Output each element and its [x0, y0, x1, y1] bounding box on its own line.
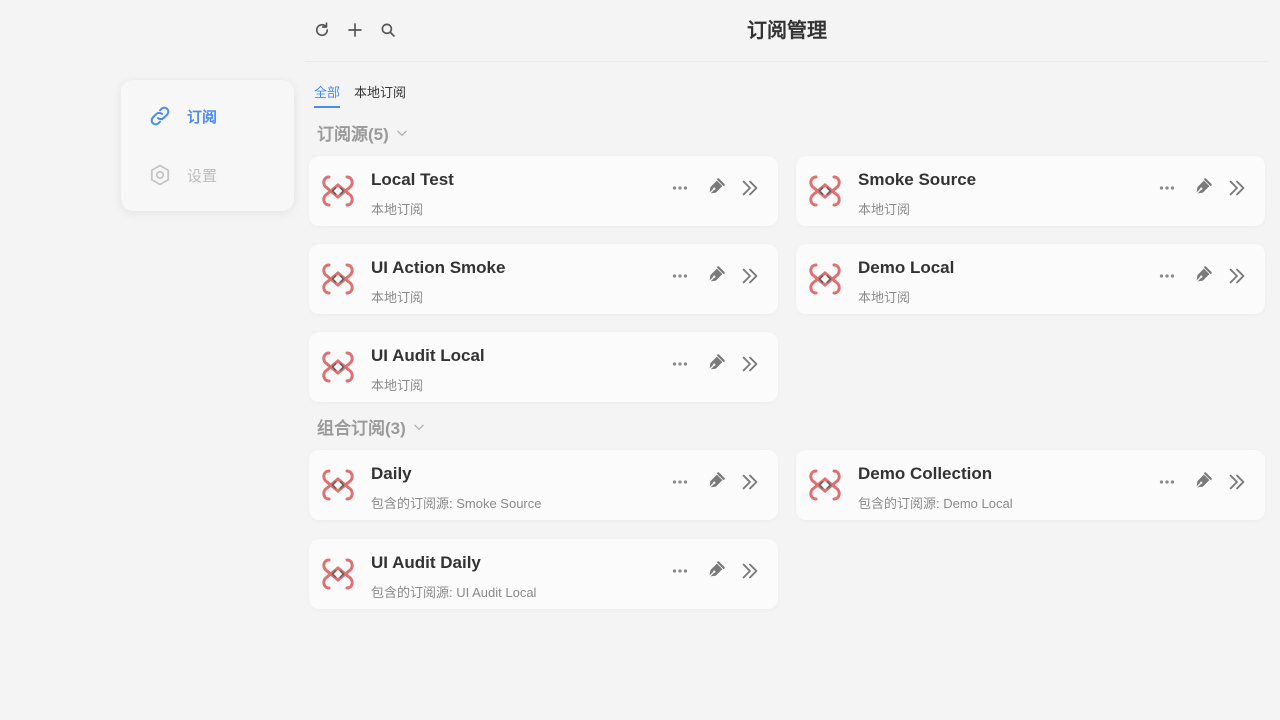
open-chevrons-icon[interactable]: [1225, 264, 1249, 288]
page-title: 订阅管理: [747, 20, 827, 42]
plus-icon[interactable]: [343, 18, 367, 42]
more-icon[interactable]: [668, 352, 692, 376]
collection-card[interactable]: UI Audit Daily 包含的订阅源: UI Audit Local: [309, 539, 778, 609]
edit-pen-icon[interactable]: [1190, 470, 1214, 494]
open-chevrons-icon[interactable]: [738, 352, 762, 376]
edit-pen-icon[interactable]: [703, 470, 727, 494]
subscription-logo-icon: [807, 173, 843, 209]
subscription-card[interactable]: Local Test 本地订阅: [309, 156, 778, 226]
subscription-logo-icon: [320, 467, 356, 503]
edit-pen-icon[interactable]: [703, 352, 727, 376]
subscription-logo-icon: [807, 467, 843, 503]
sidebar-item-label: 订阅: [187, 108, 218, 126]
sidebar-item-subscriptions[interactable]: 订阅: [147, 101, 217, 131]
subscription-card[interactable]: Demo Local 本地订阅: [796, 244, 1265, 314]
tab-local[interactable]: 本地订阅: [354, 82, 406, 108]
card-title: UI Audit Local: [371, 346, 485, 365]
edit-pen-icon[interactable]: [703, 176, 727, 200]
card-title: UI Action Smoke: [371, 258, 506, 277]
sidebar-item-label: 设置: [187, 167, 218, 185]
open-chevrons-icon[interactable]: [1225, 176, 1249, 200]
subscription-logo-icon: [320, 173, 356, 209]
card-subtitle: 包含的订阅源: Demo Local: [858, 496, 1013, 511]
edit-pen-icon[interactable]: [1190, 176, 1214, 200]
sidebar: 订阅 设置: [121, 80, 294, 211]
sidebar-item-settings[interactable]: 设置: [147, 160, 217, 190]
open-chevrons-icon[interactable]: [1225, 470, 1249, 494]
edit-pen-icon[interactable]: [703, 559, 727, 583]
section-collections-toggle[interactable]: 组合订阅(3): [317, 414, 426, 439]
more-icon[interactable]: [668, 470, 692, 494]
gear-icon: [147, 162, 173, 188]
subscription-logo-icon: [320, 556, 356, 592]
card-title: Daily: [371, 464, 412, 483]
open-chevrons-icon[interactable]: [738, 176, 762, 200]
chevron-down-icon: [414, 424, 424, 430]
more-icon[interactable]: [1155, 470, 1179, 494]
card-subtitle: 本地订阅: [371, 202, 424, 217]
card-subtitle: 本地订阅: [371, 290, 424, 305]
open-chevrons-icon[interactable]: [738, 264, 762, 288]
card-title: Local Test: [371, 170, 454, 189]
edit-pen-icon[interactable]: [1190, 264, 1214, 288]
open-chevrons-icon[interactable]: [738, 470, 762, 494]
card-subtitle: 包含的订阅源: Smoke Source: [371, 496, 542, 511]
section-title: 组合订阅(3): [317, 419, 406, 438]
tab-bar: 全部 本地订阅: [314, 82, 406, 108]
card-subtitle: 包含的订阅源: UI Audit Local: [371, 585, 537, 600]
collection-card[interactable]: Daily 包含的订阅源: Smoke Source: [309, 450, 778, 520]
card-title: Demo Collection: [858, 464, 993, 483]
subscription-card[interactable]: UI Audit Local 本地订阅: [309, 332, 778, 402]
card-subtitle: 本地订阅: [858, 290, 911, 305]
subscription-card[interactable]: UI Action Smoke 本地订阅: [309, 244, 778, 314]
more-icon[interactable]: [668, 559, 692, 583]
card-subtitle: 本地订阅: [371, 378, 424, 393]
more-icon[interactable]: [668, 176, 692, 200]
link-icon: [147, 103, 173, 129]
more-icon[interactable]: [1155, 176, 1179, 200]
section-title: 订阅源(5): [317, 125, 389, 144]
card-title: UI Audit Daily: [371, 553, 481, 572]
more-icon[interactable]: [1155, 264, 1179, 288]
tab-all[interactable]: 全部: [314, 82, 341, 108]
subscription-card[interactable]: Smoke Source 本地订阅: [796, 156, 1265, 226]
refresh-icon[interactable]: [310, 18, 334, 42]
toolbar: [310, 18, 400, 42]
subscription-logo-icon: [320, 261, 356, 297]
header-divider: [305, 61, 1268, 62]
card-subtitle: 本地订阅: [858, 202, 911, 217]
edit-pen-icon[interactable]: [703, 264, 727, 288]
open-chevrons-icon[interactable]: [738, 559, 762, 583]
card-title: Demo Local: [858, 258, 955, 277]
section-sources-toggle[interactable]: 订阅源(5): [317, 120, 409, 145]
chevron-down-icon: [397, 130, 407, 136]
subscription-logo-icon: [807, 261, 843, 297]
more-icon[interactable]: [668, 264, 692, 288]
collection-card[interactable]: Demo Collection 包含的订阅源: Demo Local: [796, 450, 1265, 520]
subscription-logo-icon: [320, 349, 356, 385]
card-title: Smoke Source: [858, 170, 977, 189]
search-icon[interactable]: [376, 18, 400, 42]
